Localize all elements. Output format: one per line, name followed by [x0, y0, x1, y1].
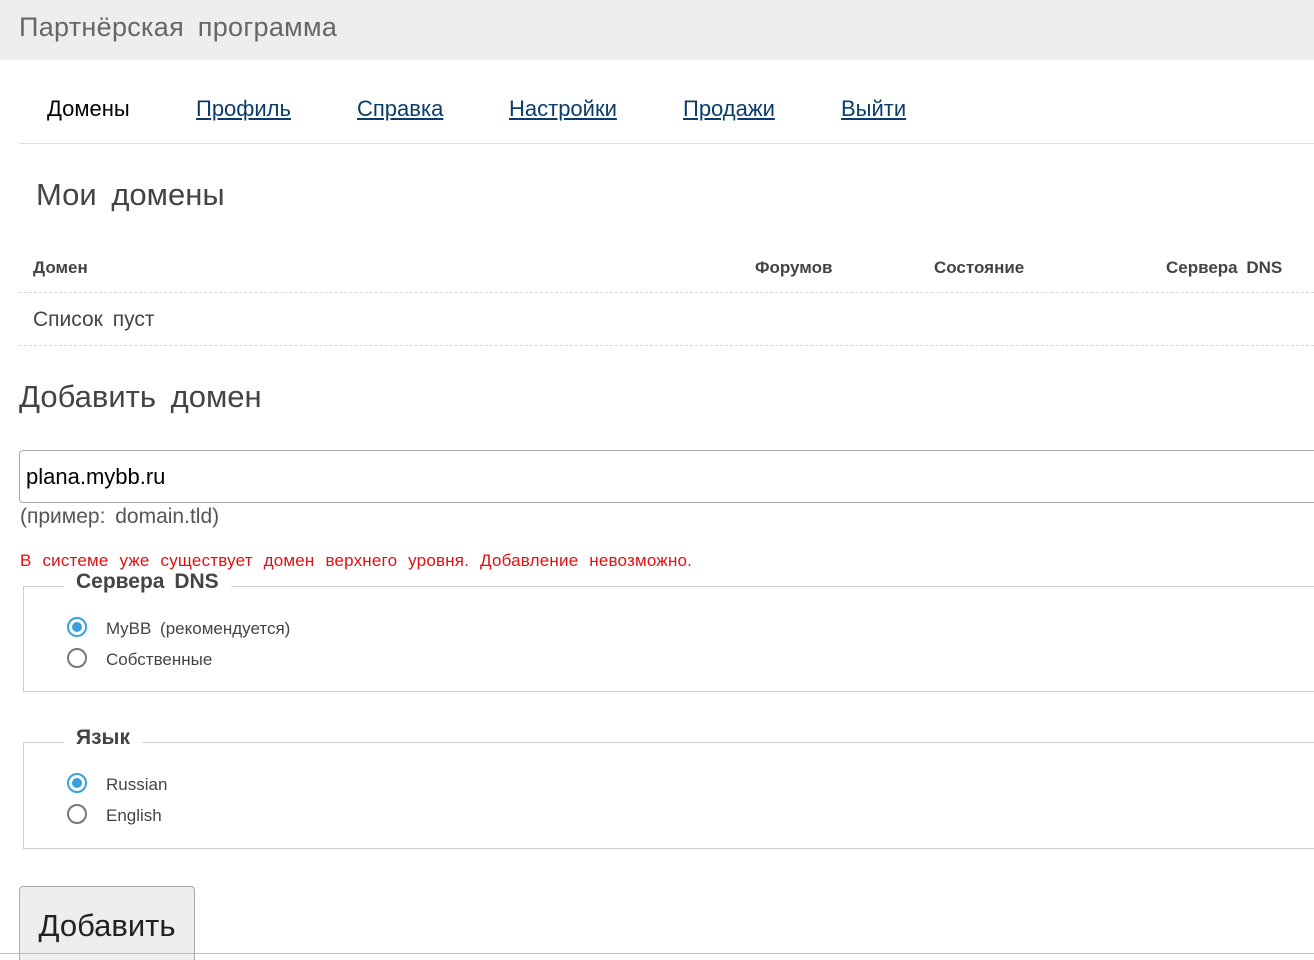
radio-checked-icon[interactable] [67, 773, 87, 793]
dns-option-custom[interactable]: Собственные [67, 648, 267, 674]
domain-example-hint: (пример: domain.tld) [20, 505, 220, 528]
nav-item-help[interactable]: Справка [357, 96, 443, 122]
app-title: Партнёрская программа [19, 12, 338, 42]
radio-checked-icon[interactable] [67, 617, 87, 637]
error-message: В системе уже существует домен верхнего … [20, 551, 693, 570]
column-header-domain: Домен [33, 258, 88, 277]
dns-servers-legend: Сервера DNS [64, 570, 231, 594]
table-row: Список пуст [19, 293, 1314, 346]
my-domains-heading: Мои домены [36, 177, 225, 212]
add-domain-heading: Добавить домен [19, 379, 262, 414]
radio-unchecked-icon[interactable] [67, 804, 87, 824]
column-header-status: Состояние [934, 258, 1025, 277]
language-option-english[interactable]: English [67, 804, 227, 830]
add-domain-button[interactable]: Добавить [19, 886, 195, 960]
dns-option-mybb[interactable]: MyBB (рекомендуется) [67, 617, 327, 643]
nav-item-sales[interactable]: Продажи [683, 96, 775, 122]
nav-item-logout[interactable]: Выйти [841, 96, 906, 122]
language-option-russian-label: Russian [106, 775, 168, 794]
domain-input[interactable] [19, 450, 1314, 503]
language-option-russian[interactable]: Russian [67, 773, 227, 799]
dns-option-mybb-label: MyBB (рекомендуется) [106, 619, 291, 638]
footer-divider [0, 953, 1314, 954]
language-option-english-label: English [106, 806, 162, 825]
dns-option-custom-label: Собственные [106, 650, 213, 669]
empty-list-text: Список пуст [33, 308, 155, 331]
nav-item-profile[interactable]: Профиль [196, 96, 291, 122]
column-header-dns-servers: Сервера DNS [1166, 258, 1283, 277]
language-fieldset: Язык Russian English [23, 726, 1314, 849]
domains-table-header: Домен Форумов Состояние Сервера DNS [19, 248, 1314, 293]
main-nav: Домены Профиль Справка Настройки Продажи… [19, 86, 1314, 144]
language-legend: Язык [64, 726, 142, 750]
radio-unchecked-icon[interactable] [67, 648, 87, 668]
column-header-forums: Форумов [755, 258, 833, 277]
nav-item-domains: Домены [47, 96, 130, 121]
nav-item-settings[interactable]: Настройки [509, 96, 617, 122]
dns-servers-fieldset: Сервера DNS MyBB (рекомендуется) Собстве… [23, 570, 1314, 692]
page: Партнёрская программа Домены Профиль Спр… [0, 0, 1314, 960]
top-bar: Партнёрская программа [0, 0, 1314, 60]
